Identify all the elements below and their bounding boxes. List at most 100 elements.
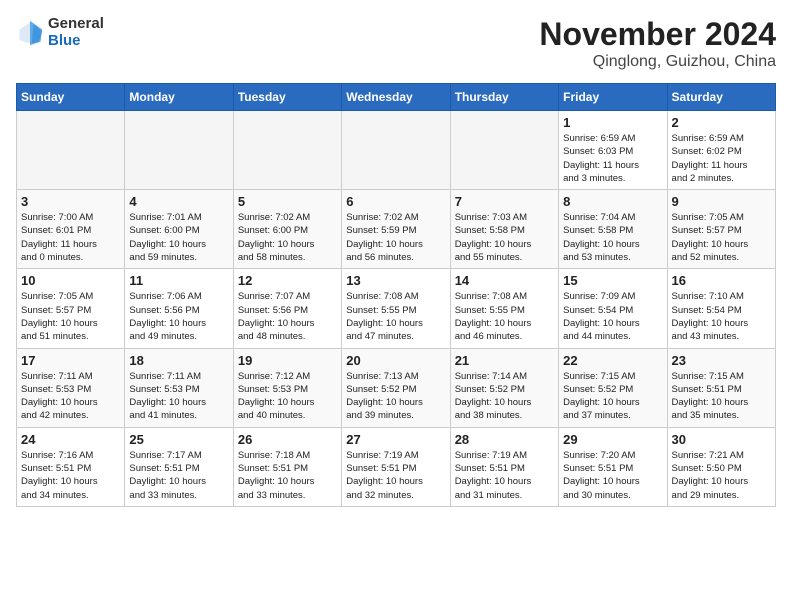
weekday-header: Tuesday [233, 84, 341, 111]
calendar-cell: 23Sunrise: 7:15 AM Sunset: 5:51 PM Dayli… [667, 348, 775, 427]
calendar-table: SundayMondayTuesdayWednesdayThursdayFrid… [16, 83, 776, 507]
calendar-cell: 24 Sunrise: 7:16 AM Sunset: 5:51 PM Dayli… [17, 427, 125, 506]
day-number: 22 [563, 353, 662, 368]
calendar-cell: 20 Sunrise: 7:13 AM Sunset: 5:52 PM Dayli… [342, 348, 450, 427]
weekday-header: Monday [125, 84, 233, 111]
weekday-header: Thursday [450, 84, 558, 111]
day-number: 2 [672, 115, 771, 130]
day-info: Sunrise: 7:04 AM Sunset: 5:58 PM Dayligh… [563, 211, 662, 264]
day-info: Sunrise: 7:02 AM Sunset: 5:59 PM Dayligh… [346, 211, 445, 264]
day-info: Sunrise: 7:13 AM Sunset: 5:52 PM Dayligh… [346, 370, 445, 423]
day-info: Sunrise: 7:03 AM Sunset: 5:58 PM Dayligh… [455, 211, 554, 264]
weekday-row: SundayMondayTuesdayWednesdayThursdayFrid… [17, 84, 776, 111]
calendar-cell [450, 111, 558, 190]
calendar-cell: 6 Sunrise: 7:02 AM Sunset: 5:59 PM Daylig… [342, 190, 450, 269]
weekday-header: Sunday [17, 84, 125, 111]
day-number: 17 [21, 353, 120, 368]
calendar-header: SundayMondayTuesdayWednesdayThursdayFrid… [17, 84, 776, 111]
day-info: Sunrise: 7:07 AM Sunset: 5:56 PM Dayligh… [238, 290, 337, 343]
day-info: Sunrise: 7:02 AM Sunset: 6:00 PM Dayligh… [238, 211, 337, 264]
day-number: 12 [238, 273, 337, 288]
calendar-cell: 17 Sunrise: 7:11 AM Sunset: 5:53 PM Dayli… [17, 348, 125, 427]
day-info: Sunrise: 7:10 AM Sunset: 5:54 PM Dayligh… [672, 290, 771, 343]
day-info: Sunrise: 7:05 AM Sunset: 5:57 PM Dayligh… [672, 211, 771, 264]
logo-text: General Blue [48, 16, 104, 49]
day-number: 13 [346, 273, 445, 288]
day-number: 5 [238, 194, 337, 209]
logo-general: General [48, 16, 104, 33]
calendar-cell: 14 Sunrise: 7:08 AM Sunset: 5:55 PM Dayli… [450, 269, 558, 348]
calendar-week: 1Sunrise: 6:59 AM Sunset: 6:03 PM Daylig… [17, 111, 776, 190]
header: General Blue November 2024 Qinglong, Gui… [16, 16, 776, 71]
day-number: 15 [563, 273, 662, 288]
calendar-cell: 5 Sunrise: 7:02 AM Sunset: 6:00 PM Daylig… [233, 190, 341, 269]
day-info: Sunrise: 7:15 AM Sunset: 5:51 PM Dayligh… [672, 370, 771, 423]
title-section: November 2024 Qinglong, Guizhou, China [539, 16, 776, 71]
day-info: Sunrise: 7:19 AM Sunset: 5:51 PM Dayligh… [346, 449, 445, 502]
day-info: Sunrise: 7:05 AM Sunset: 5:57 PM Dayligh… [21, 290, 120, 343]
day-info: Sunrise: 7:01 AM Sunset: 6:00 PM Dayligh… [129, 211, 228, 264]
day-number: 25 [129, 432, 228, 447]
day-number: 16 [672, 273, 771, 288]
calendar-week: 17 Sunrise: 7:11 AM Sunset: 5:53 PM Dayli… [17, 348, 776, 427]
day-info: Sunrise: 7:08 AM Sunset: 5:55 PM Dayligh… [455, 290, 554, 343]
calendar-cell: 4 Sunrise: 7:01 AM Sunset: 6:00 PM Daylig… [125, 190, 233, 269]
calendar-cell: 25Sunrise: 7:17 AM Sunset: 5:51 PM Dayli… [125, 427, 233, 506]
day-number: 18 [129, 353, 228, 368]
day-number: 8 [563, 194, 662, 209]
day-number: 9 [672, 194, 771, 209]
day-number: 11 [129, 273, 228, 288]
day-info: Sunrise: 7:15 AM Sunset: 5:52 PM Dayligh… [563, 370, 662, 423]
day-info: Sunrise: 7:16 AM Sunset: 5:51 PM Dayligh… [21, 449, 120, 502]
calendar-cell: 13 Sunrise: 7:08 AM Sunset: 5:55 PM Dayli… [342, 269, 450, 348]
day-number: 21 [455, 353, 554, 368]
day-number: 24 [21, 432, 120, 447]
day-number: 10 [21, 273, 120, 288]
calendar-cell: 1Sunrise: 6:59 AM Sunset: 6:03 PM Daylig… [559, 111, 667, 190]
calendar-cell: 8 Sunrise: 7:04 AM Sunset: 5:58 PM Daylig… [559, 190, 667, 269]
calendar-cell [233, 111, 341, 190]
calendar-cell: 19 Sunrise: 7:12 AM Sunset: 5:53 PM Dayli… [233, 348, 341, 427]
day-number: 4 [129, 194, 228, 209]
day-info: Sunrise: 7:09 AM Sunset: 5:54 PM Dayligh… [563, 290, 662, 343]
calendar-cell: 30 Sunrise: 7:21 AM Sunset: 5:50 PM Dayli… [667, 427, 775, 506]
day-info: Sunrise: 7:19 AM Sunset: 5:51 PM Dayligh… [455, 449, 554, 502]
calendar-week: 3 Sunrise: 7:00 AM Sunset: 6:01 PM Daylig… [17, 190, 776, 269]
day-info: Sunrise: 7:21 AM Sunset: 5:50 PM Dayligh… [672, 449, 771, 502]
day-number: 29 [563, 432, 662, 447]
day-number: 19 [238, 353, 337, 368]
day-number: 28 [455, 432, 554, 447]
logo-icon [16, 19, 44, 47]
calendar-cell: 12 Sunrise: 7:07 AM Sunset: 5:56 PM Dayli… [233, 269, 341, 348]
calendar-week: 10 Sunrise: 7:05 AM Sunset: 5:57 PM Dayli… [17, 269, 776, 348]
calendar-cell: 3 Sunrise: 7:00 AM Sunset: 6:01 PM Daylig… [17, 190, 125, 269]
calendar-cell: 27Sunrise: 7:19 AM Sunset: 5:51 PM Dayli… [342, 427, 450, 506]
day-number: 3 [21, 194, 120, 209]
calendar-cell: 28 Sunrise: 7:19 AM Sunset: 5:51 PM Dayli… [450, 427, 558, 506]
month-title: November 2024 [539, 16, 776, 53]
calendar-cell: 21 Sunrise: 7:14 AM Sunset: 5:52 PM Dayli… [450, 348, 558, 427]
day-info: Sunrise: 7:12 AM Sunset: 5:53 PM Dayligh… [238, 370, 337, 423]
day-info: Sunrise: 7:14 AM Sunset: 5:52 PM Dayligh… [455, 370, 554, 423]
day-info: Sunrise: 7:08 AM Sunset: 5:55 PM Dayligh… [346, 290, 445, 343]
day-number: 6 [346, 194, 445, 209]
weekday-header: Friday [559, 84, 667, 111]
day-number: 14 [455, 273, 554, 288]
weekday-header: Saturday [667, 84, 775, 111]
calendar-cell [17, 111, 125, 190]
calendar-cell: 22 Sunrise: 7:15 AM Sunset: 5:52 PM Dayli… [559, 348, 667, 427]
day-number: 30 [672, 432, 771, 447]
calendar-cell: 10 Sunrise: 7:05 AM Sunset: 5:57 PM Dayli… [17, 269, 125, 348]
day-number: 20 [346, 353, 445, 368]
calendar-cell: 29Sunrise: 7:20 AM Sunset: 5:51 PM Dayli… [559, 427, 667, 506]
calendar-cell [342, 111, 450, 190]
day-info: Sunrise: 7:18 AM Sunset: 5:51 PM Dayligh… [238, 449, 337, 502]
calendar-cell: 11Sunrise: 7:06 AM Sunset: 5:56 PM Dayli… [125, 269, 233, 348]
day-info: Sunrise: 7:11 AM Sunset: 5:53 PM Dayligh… [129, 370, 228, 423]
calendar-cell: 7Sunrise: 7:03 AM Sunset: 5:58 PM Daylig… [450, 190, 558, 269]
calendar-cell: 2Sunrise: 6:59 AM Sunset: 6:02 PM Daylig… [667, 111, 775, 190]
day-info: Sunrise: 7:11 AM Sunset: 5:53 PM Dayligh… [21, 370, 120, 423]
day-info: Sunrise: 6:59 AM Sunset: 6:03 PM Dayligh… [563, 132, 662, 185]
weekday-header: Wednesday [342, 84, 450, 111]
day-info: Sunrise: 7:00 AM Sunset: 6:01 PM Dayligh… [21, 211, 120, 264]
